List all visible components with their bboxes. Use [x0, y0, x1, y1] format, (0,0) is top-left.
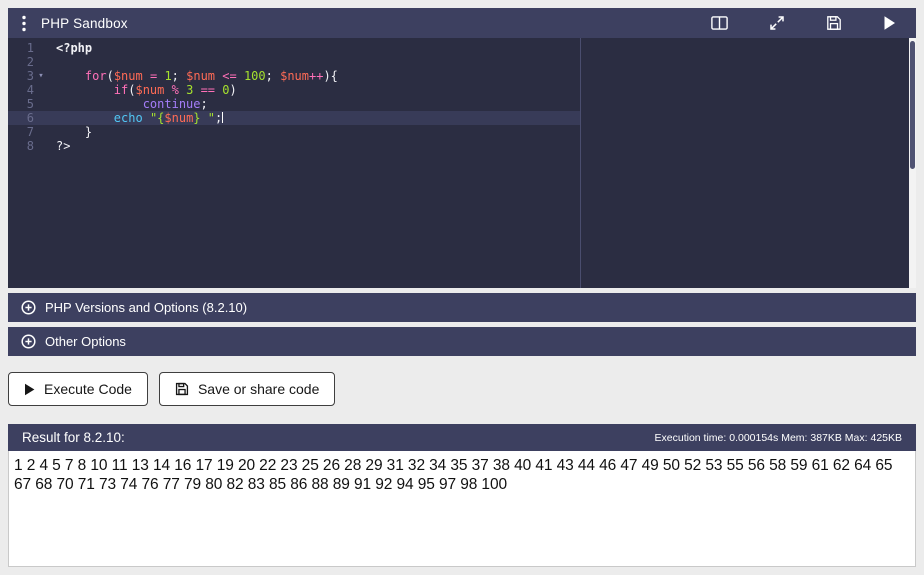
plus-circle-icon	[21, 300, 36, 315]
php-sandbox-page: PHP Sandbox 1 2 3 ▾ 4 5 6 7 8 <?php for($num = 1…	[0, 0, 924, 575]
editor-pane-divider[interactable]	[580, 38, 581, 288]
code-line[interactable]: for($num = 1; $num <= 100; $num++){	[48, 69, 580, 83]
gutter-line[interactable]: 6	[8, 111, 48, 125]
code-line[interactable]	[48, 55, 580, 69]
save-icon[interactable]	[826, 15, 842, 31]
code-line[interactable]: }	[48, 125, 580, 139]
gutter-line[interactable]: 2	[8, 55, 48, 69]
fullscreen-icon[interactable]	[769, 15, 785, 31]
code-line[interactable]: if($num % 3 == 0)	[48, 83, 580, 97]
menu-icon[interactable]	[22, 15, 26, 32]
result-output: 1 2 4 5 7 8 10 11 13 14 16 17 19 20 22 2…	[8, 451, 916, 567]
editor-gutter: 1 2 3 ▾ 4 5 6 7 8	[8, 41, 48, 153]
execute-code-button[interactable]: Execute Code	[8, 372, 148, 406]
scrollbar-thumb[interactable]	[910, 41, 915, 169]
code-line[interactable]: <?php	[48, 41, 580, 55]
play-icon	[24, 383, 35, 396]
gutter-line[interactable]: 3 ▾	[8, 69, 48, 83]
app-title: PHP Sandbox	[41, 15, 128, 31]
gutter-line[interactable]: 7	[8, 125, 48, 139]
editor-scrollbar[interactable]	[909, 38, 916, 288]
save-share-label: Save or share code	[197, 381, 320, 397]
gutter-line[interactable]: 1	[8, 41, 48, 55]
accordion-other-options[interactable]: Other Options	[8, 327, 916, 356]
run-icon[interactable]	[883, 15, 896, 31]
accordion-php-versions[interactable]: PHP Versions and Options (8.2.10)	[8, 293, 916, 322]
gutter-line[interactable]: 4	[8, 83, 48, 97]
result-panel: Result for 8.2.10: Execution time: 0.000…	[8, 424, 916, 567]
code-editor[interactable]: 1 2 3 ▾ 4 5 6 7 8 <?php for($num = 1; $num <= 10…	[8, 38, 916, 288]
gutter-line[interactable]: 8	[8, 139, 48, 153]
gutter-line[interactable]: 5	[8, 97, 48, 111]
toolbar-actions	[711, 15, 896, 31]
actions-row: Execute Code Save or share code	[8, 372, 916, 406]
editor-toolbar: PHP Sandbox	[8, 8, 916, 38]
result-header: Result for 8.2.10: Execution time: 0.000…	[8, 424, 916, 451]
accordion-label: Other Options	[45, 334, 126, 349]
execute-code-label: Execute Code	[44, 381, 132, 397]
fold-arrow-icon[interactable]: ▾	[34, 69, 48, 83]
code-line[interactable]: echo "{$num} ";	[48, 111, 580, 125]
editor-card: PHP Sandbox 1 2 3 ▾ 4 5 6 7 8 <?php for($num = 1…	[8, 8, 916, 288]
result-title: Result for 8.2.10:	[22, 430, 125, 445]
editor-code: <?php for($num = 1; $num <= 100; $num++)…	[48, 41, 580, 153]
result-stats: Execution time: 0.000154s Mem: 387KB Max…	[654, 431, 902, 444]
save-icon	[175, 382, 189, 396]
code-line[interactable]: ?>	[48, 139, 580, 153]
save-share-button[interactable]: Save or share code	[158, 372, 336, 406]
split-view-icon[interactable]	[711, 16, 728, 30]
plus-circle-icon	[21, 334, 36, 349]
text-cursor	[222, 112, 224, 123]
accordion-label: PHP Versions and Options (8.2.10)	[45, 300, 248, 315]
code-line[interactable]: continue;	[48, 97, 580, 111]
